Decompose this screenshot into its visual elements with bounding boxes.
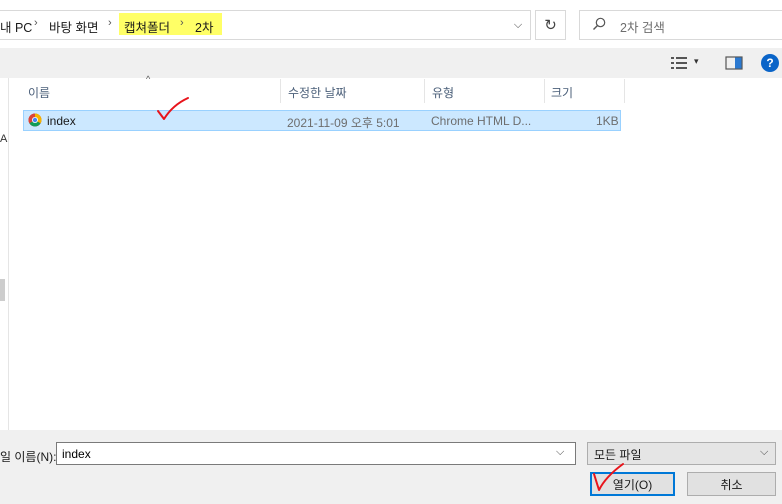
crumb-desktop[interactable]: 바탕 화면 (49, 17, 98, 36)
search-icon (593, 17, 606, 30)
crumb-separator[interactable]: › (180, 17, 184, 29)
filename-input[interactable] (56, 442, 576, 465)
column-header-size[interactable]: 크기 (551, 84, 573, 101)
preview-pane-icon[interactable] (725, 56, 743, 70)
column-header-date[interactable]: 수정한 날짜 (288, 84, 347, 101)
column-divider[interactable] (624, 79, 625, 103)
file-size: 1KB (596, 114, 619, 128)
file-name[interactable]: index (47, 114, 76, 128)
chrome-icon (28, 113, 42, 127)
search-box[interactable] (579, 10, 782, 40)
crumb-capture-folder[interactable]: 캡쳐폴더 (124, 17, 170, 36)
crumb-current-folder[interactable]: 2차 (195, 17, 213, 36)
search-placeholder[interactable]: 2차 검색 (620, 17, 665, 36)
filename-dropdown-icon[interactable]: ⌵ (556, 446, 564, 459)
filename-label: 일 이름(N): (0, 450, 57, 464)
navigation-pane[interactable] (0, 78, 9, 430)
toolbar (0, 48, 782, 78)
file-modified-date: 2021-11-09 오후 5:01 (287, 116, 400, 130)
file-type-selected-value: 모든 파일 (594, 448, 642, 462)
cancel-button-label: 취소 (720, 477, 743, 492)
column-divider[interactable] (280, 79, 281, 103)
address-history-dropdown[interactable]: ⌵ (505, 10, 531, 40)
column-header-name[interactable]: 이름 (28, 84, 50, 101)
cancel-button[interactable]: 취소 (687, 472, 776, 496)
column-header-type[interactable]: 유형 (432, 84, 454, 101)
crumb-separator[interactable]: › (34, 17, 38, 29)
navigation-scrollbar-thumb[interactable] (0, 279, 5, 301)
refresh-icon: ↻ (544, 17, 557, 34)
file-type: Chrome HTML D... (431, 114, 532, 128)
crumb-separator[interactable]: › (108, 17, 112, 29)
crumb-this-pc[interactable]: 내 PC (0, 17, 32, 36)
navigation-pane-partial-label[interactable]: A (0, 133, 7, 145)
details-view-icon[interactable] (670, 56, 688, 70)
view-options-dropdown[interactable]: ▾ (694, 56, 699, 67)
sort-indicator-icon: ^ (146, 74, 151, 84)
file-type-select[interactable]: 모든 파일 (587, 442, 776, 465)
refresh-button[interactable]: ↻ (535, 10, 566, 40)
open-button[interactable]: 열기(O) (590, 472, 675, 496)
column-divider[interactable] (424, 79, 425, 103)
open-button-label: 열기(O) (612, 477, 653, 492)
column-divider[interactable] (544, 79, 545, 103)
file-type-dropdown-icon[interactable]: ⌵ (760, 446, 768, 459)
help-icon[interactable]: ? (761, 54, 779, 72)
